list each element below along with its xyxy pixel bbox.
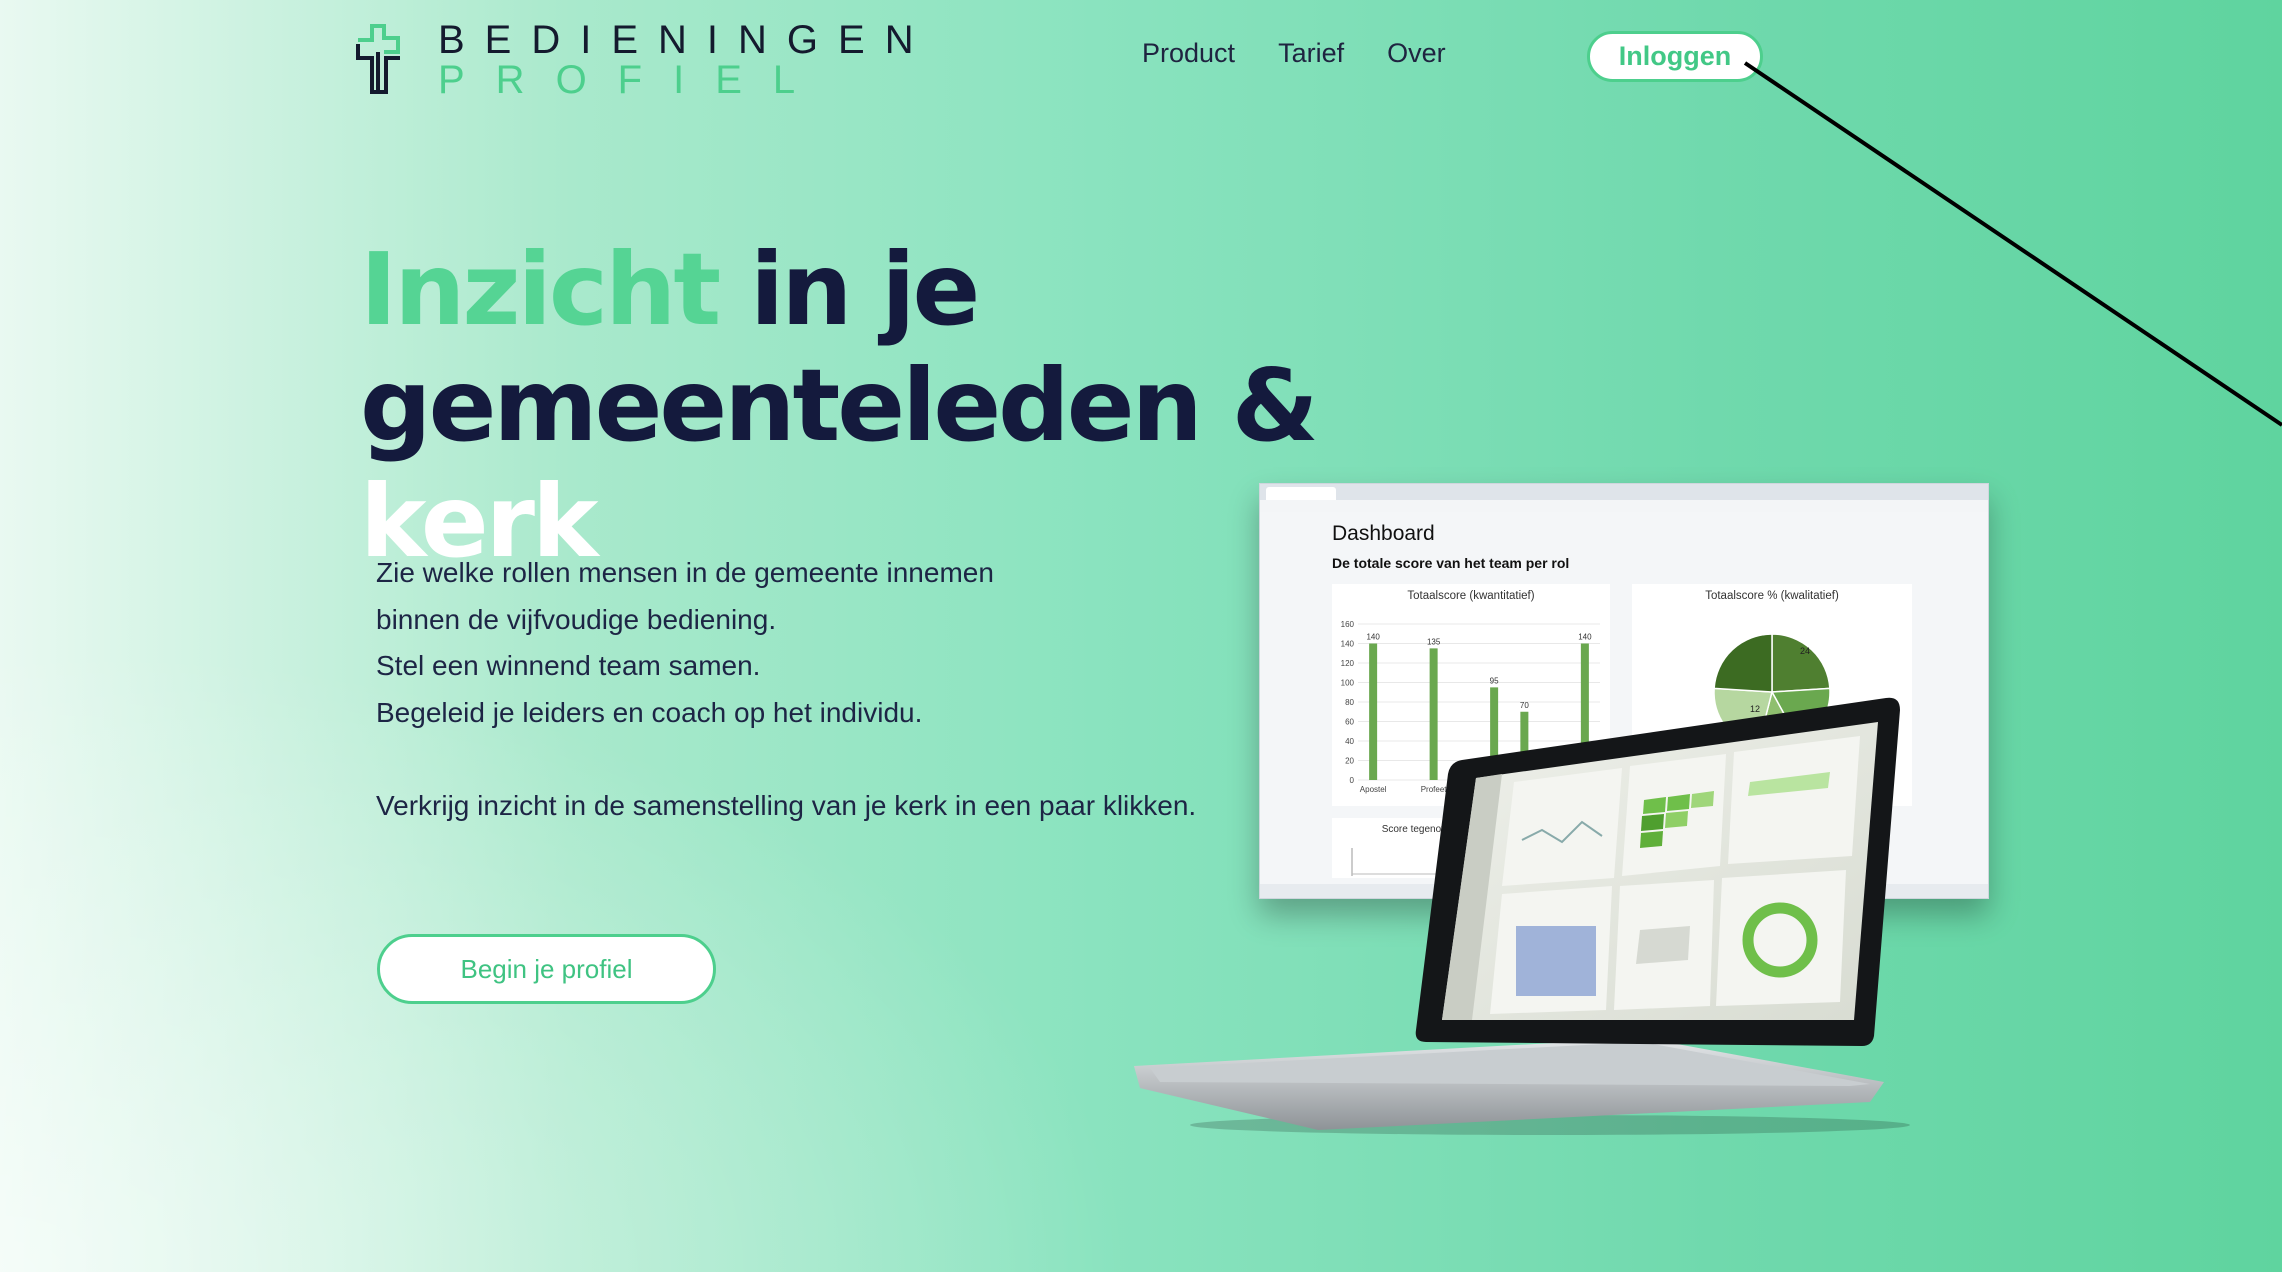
annotation-line [1743,61,2282,427]
